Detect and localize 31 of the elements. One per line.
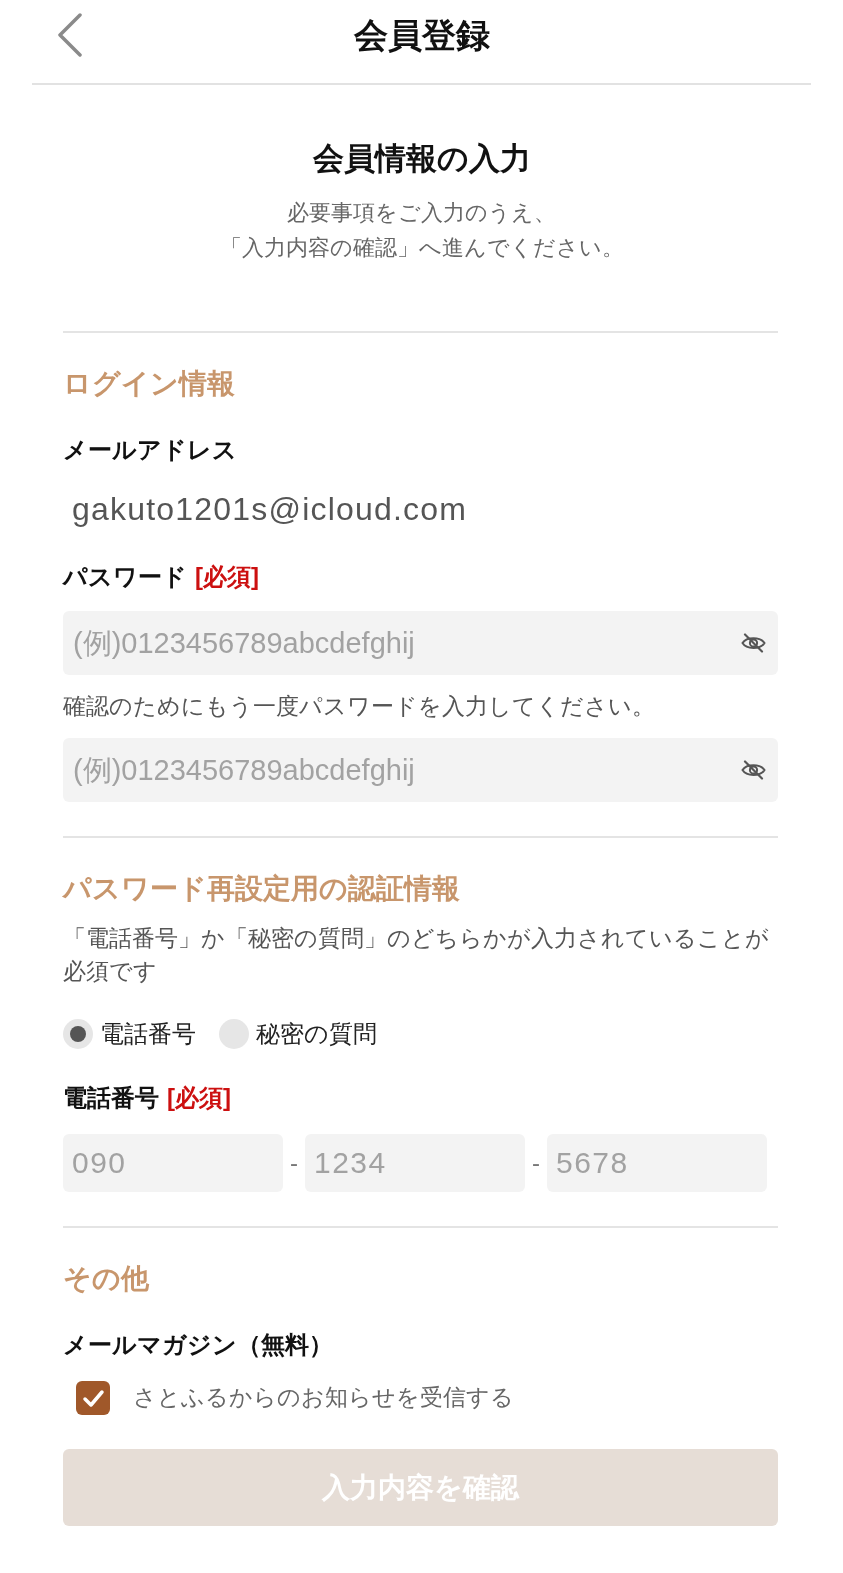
section-heading: その他 (63, 1262, 150, 1296)
radio-button[interactable] (219, 1019, 249, 1049)
required-tag: [必須] (167, 1084, 231, 1111)
password-field[interactable]: (例)0123456789abcdefghij (63, 738, 778, 802)
required-tag: [必須] (195, 563, 259, 590)
instruction-text: 必要事項をご入力のうえ、 「入力内容の確認」へ進んでください。 (219, 200, 624, 262)
form-title: 会員情報の入力 (312, 140, 531, 178)
eye-slash-icon[interactable] (741, 633, 766, 653)
field-label: パスワード (63, 563, 187, 590)
checkbox[interactable] (76, 1381, 110, 1415)
section-heading: ログイン情報 (63, 367, 236, 401)
page-title: 会員登録 (353, 15, 490, 56)
radio-label[interactable]: 電話番号 (100, 1018, 196, 1050)
checkbox-label[interactable]: さとふるからのお知らせを受信する (133, 1381, 514, 1415)
hyphen-text: - (531, 1148, 541, 1178)
phone-field[interactable]: 090 (63, 1134, 283, 1192)
field-value: gakuto1201s@icloud.com (71, 490, 468, 529)
hint-text: 「電話番号」か「秘密の質問」のどちらかが入力されていることが必須です (63, 925, 770, 986)
field-label: メールアドレス (63, 436, 237, 463)
hint-text: 確認のためにもう一度パスワードを入力してください。 (63, 693, 656, 721)
field-label: 電話番号 (63, 1084, 159, 1111)
field-label: メールマガジン（無料） (63, 1331, 333, 1358)
password-field[interactable]: (例)0123456789abcdefghij (63, 611, 778, 675)
phone-field[interactable]: 1234 (305, 1134, 525, 1192)
radio-button[interactable] (63, 1019, 93, 1049)
phone-field[interactable]: 5678 (547, 1134, 767, 1192)
hyphen-text: - (289, 1148, 299, 1178)
eye-slash-icon[interactable] (741, 760, 766, 780)
back-icon[interactable] (57, 13, 83, 57)
section-heading: パスワード再設定用の認証情報 (63, 872, 461, 906)
radio-label[interactable]: 秘密の質問 (256, 1018, 377, 1050)
